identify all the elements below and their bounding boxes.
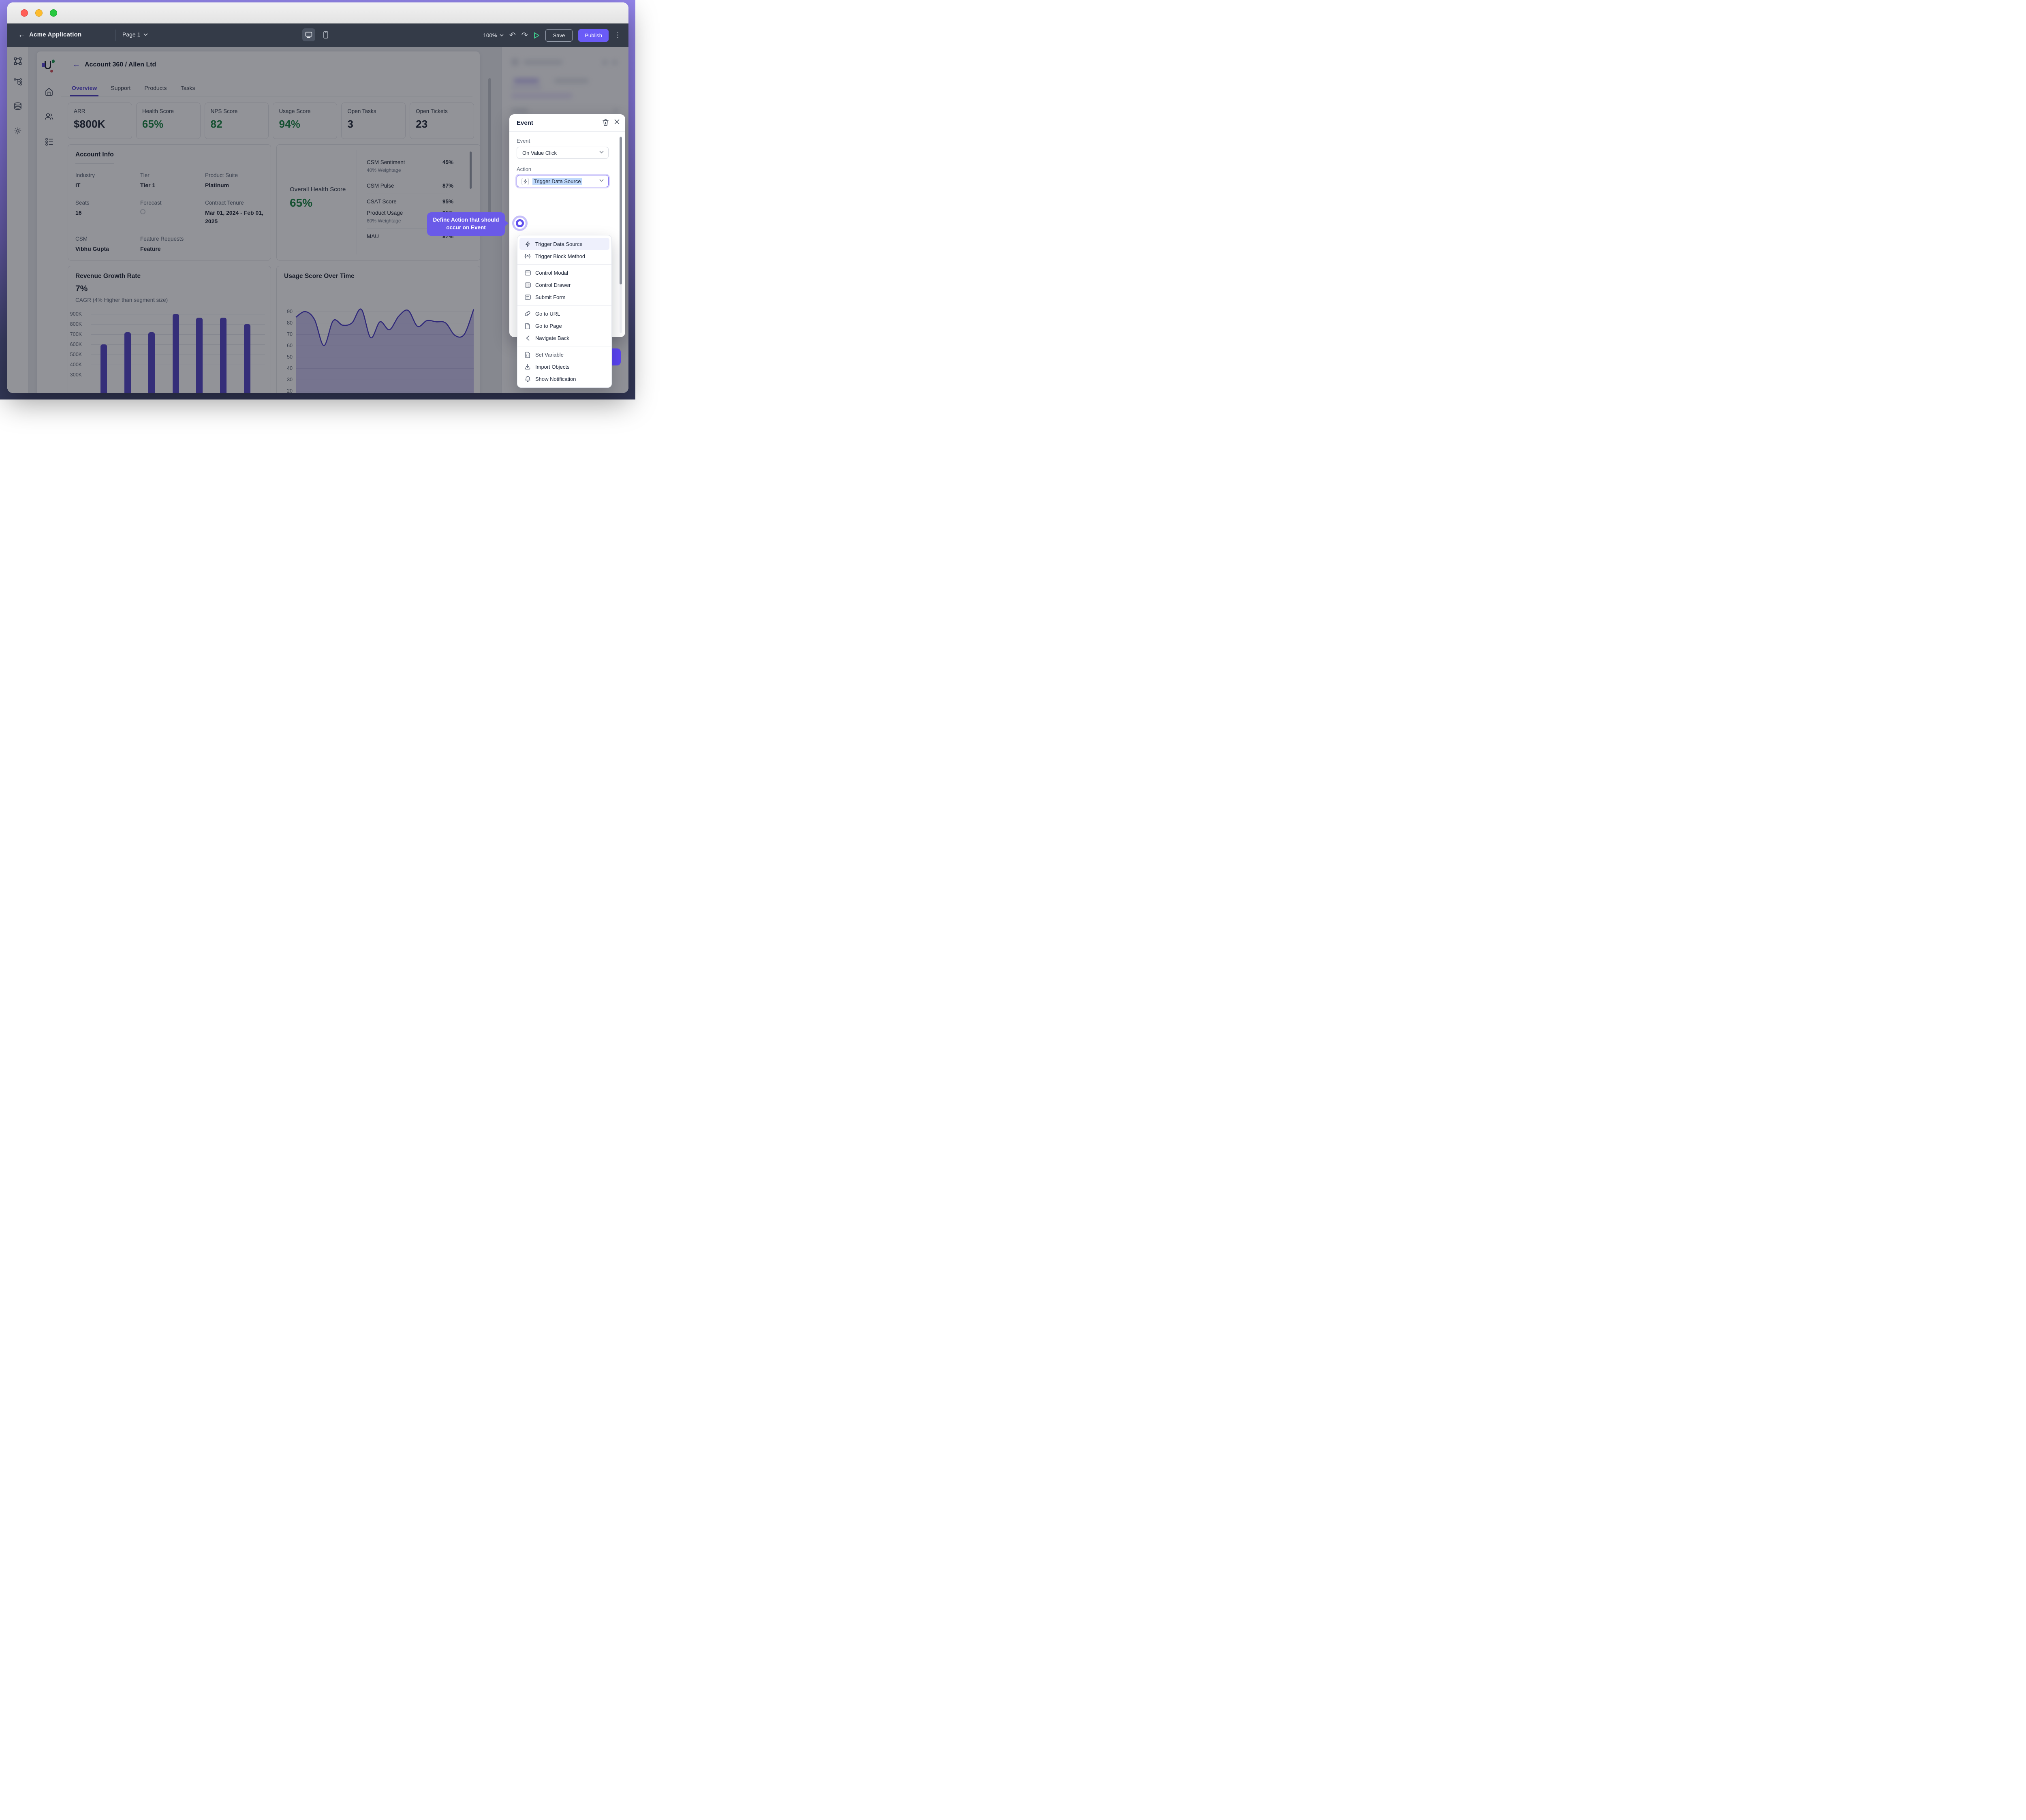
save-button[interactable]: Save: [545, 29, 573, 42]
mobile-view-button[interactable]: [319, 28, 332, 41]
minimize-window-button[interactable]: [35, 9, 43, 17]
menu-item-set-variable[interactable]: ( ) Set Variable: [519, 348, 609, 361]
run-preview-button[interactable]: [534, 32, 540, 39]
chevron-down-icon: [143, 33, 148, 36]
menu-item-label: Set Variable: [535, 352, 564, 358]
page-selector-label: Page 1: [122, 31, 140, 38]
action-dropdown-menu: Trigger Data Source {×} Trigger Block Meth…: [517, 235, 612, 388]
menu-item-label: Show Notification: [535, 376, 576, 382]
drawer-icon: [524, 282, 531, 288]
menu-item-label: Go to URL: [535, 311, 560, 317]
menu-item-go-to-page[interactable]: Go to Page: [519, 320, 609, 332]
redo-button[interactable]: ↷: [521, 32, 528, 39]
menu-item-show-notification[interactable]: Show Notification: [519, 373, 609, 385]
app-window: ← Acme Application Page 1 100%: [7, 2, 628, 393]
chevron-down-icon: [599, 179, 604, 182]
mobile-icon: [323, 31, 328, 38]
event-popup-title: Event: [517, 120, 533, 126]
page-selector[interactable]: Page 1: [122, 31, 148, 38]
menu-item-trigger-data-source[interactable]: Trigger Data Source: [519, 238, 609, 250]
link-icon: [524, 310, 531, 317]
window-titlebar: [7, 2, 628, 23]
menu-divider: [517, 264, 611, 265]
menu-item-label: Go to Page: [535, 323, 562, 329]
topbar-right-tools: 100% ↶ ↷ Save Publish ⋮: [483, 23, 621, 47]
menu-item-label: Import Objects: [535, 364, 570, 370]
modal-icon: [524, 269, 531, 276]
close-window-button[interactable]: [21, 9, 28, 17]
popup-scrollbar-thumb[interactable]: [620, 137, 622, 284]
menu-item-trigger-block-method[interactable]: {×} Trigger Block Method: [519, 250, 609, 262]
bolt-icon: [521, 178, 529, 185]
action-select[interactable]: Trigger Data Source: [517, 175, 609, 187]
event-field-label: Event: [517, 138, 530, 144]
event-select[interactable]: On Value Click: [517, 147, 609, 159]
builder-topbar: ← Acme Application Page 1 100%: [7, 23, 628, 47]
topbar-divider: [115, 30, 116, 41]
event-select-value: On Value Click: [522, 150, 557, 156]
bolt-icon: [524, 241, 531, 247]
menu-item-label: Control Modal: [535, 270, 568, 276]
menu-item-label: Trigger Data Source: [535, 241, 583, 247]
action-select-value: Trigger Data Source: [532, 178, 582, 185]
back-arrow-icon[interactable]: ←: [18, 30, 26, 40]
desktop-icon: [305, 32, 312, 38]
menu-item-import-objects[interactable]: Import Objects: [519, 361, 609, 373]
zoom-level-value: 100%: [483, 32, 497, 38]
cursor-click-indicator: [512, 216, 528, 231]
workspace: ← Account 360 / Allen Ltd OverviewSuppor…: [7, 47, 628, 393]
menu-item-label: Control Drawer: [535, 282, 571, 288]
undo-button[interactable]: ↶: [509, 32, 516, 39]
more-options-button[interactable]: ⋮: [614, 31, 621, 39]
chevron-left-icon: [524, 335, 531, 341]
coach-tooltip: Define Action that should occur on Event: [427, 212, 505, 236]
app-name: Acme Application: [29, 31, 81, 38]
menu-item-control-drawer[interactable]: Control Drawer: [519, 279, 609, 291]
menu-item-label: Trigger Block Method: [535, 253, 585, 259]
delete-event-icon[interactable]: [603, 119, 609, 126]
braces-icon: {×}: [524, 253, 531, 259]
publish-button[interactable]: Publish: [578, 29, 609, 42]
bell-icon: [524, 376, 531, 382]
variable-icon: ( ): [524, 351, 531, 358]
import-icon: [524, 363, 531, 370]
menu-item-label: Submit Form: [535, 294, 565, 300]
menu-item-submit-form[interactable]: Submit Form: [519, 291, 609, 303]
menu-item-control-modal[interactable]: Control Modal: [519, 267, 609, 279]
menu-item-navigate-back[interactable]: Navigate Back: [519, 332, 609, 344]
zoom-window-button[interactable]: [50, 9, 57, 17]
desktop-view-button[interactable]: [302, 28, 315, 41]
desktop-background: ← Acme Application Page 1 100%: [0, 0, 635, 399]
action-field-label: Action: [517, 166, 531, 172]
svg-text:( ): ( ): [526, 355, 529, 357]
page-icon: [524, 323, 531, 329]
chevron-down-icon: [599, 151, 604, 154]
device-toggle: [302, 28, 332, 41]
zoom-level-select[interactable]: 100%: [483, 32, 504, 38]
form-icon: [524, 294, 531, 300]
menu-item-label: Navigate Back: [535, 335, 569, 341]
chevron-down-icon: [500, 34, 504, 36]
menu-item-go-to-url[interactable]: Go to URL: [519, 308, 609, 320]
close-icon[interactable]: [614, 119, 620, 124]
